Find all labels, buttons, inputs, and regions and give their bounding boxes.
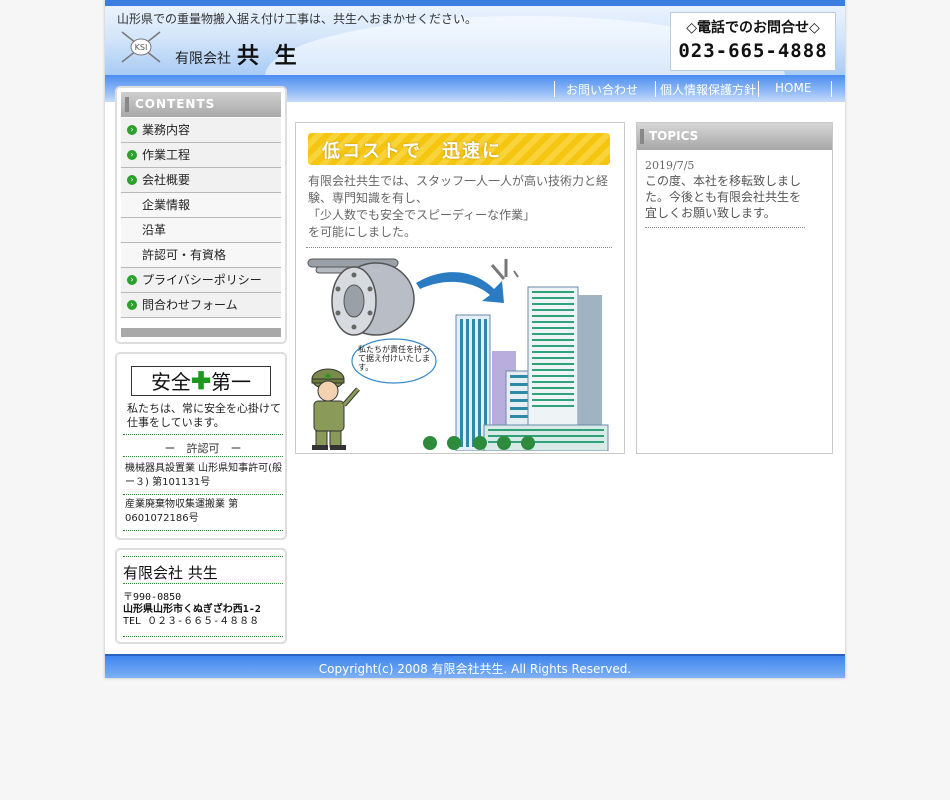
nav-separator [831,81,832,97]
arrow-right-icon: › [127,175,137,185]
sidebar-item-label: 沿革 [142,223,167,237]
nav-separator [655,81,656,97]
curved-arrow-icon [416,272,504,303]
company-main-name: 共 生 [237,43,301,69]
sidebar-item-services[interactable]: › 業務内容 [121,118,281,143]
nav-home-link[interactable]: HOME [775,81,811,95]
sidebar-item-label: 問合わせフォーム [142,298,238,312]
tel-number: TEL ０２３-６６５-４８８８ [123,616,260,627]
nav-separator [758,81,759,97]
buildings-icon [455,286,609,451]
menu-footer-bar [121,328,281,337]
safety-message: 私たちは、常に安全を心掛けて仕事をしています。 [127,402,281,429]
sidebar-item-corporate-info[interactable]: 企業情報 [121,193,281,218]
divider [306,247,612,248]
site-footer: Copyright(c) 2008 有限会社共生. All Rights Res… [105,654,845,678]
sidebar-item-label: 会社概要 [142,173,191,187]
heavy-machinery-icon [307,258,415,336]
safety-box: 安全✚第一 私たちは、常に安全を心掛けて仕事をしています。 ー 許認可 ー 機械… [115,352,287,540]
company-logo-icon[interactable]: KSI [120,30,162,64]
intro-line-1: 有限会社共生では、スタッフ一人一人が高い技術力と経験、専門知識を有し、 [308,174,609,205]
divider [123,636,283,637]
phone-number: 023-665-4888 [678,40,828,62]
wrench-icon [490,259,519,280]
sidebar-menu: CONTENTS › 業務内容 › 作業工程 › 会社概要 企業情報 沿革 許認可・有… [115,86,287,344]
topics-title: TOPICS [637,123,832,150]
main-content: 低コストで 迅速に 有限会社共生では、スタッフ一人一人が高い技術力と経験、専門知… [295,122,625,454]
address-company-name: 有限会社 共生 [123,564,218,582]
divider [123,494,283,495]
divider [123,583,283,584]
topics-panel: TOPICS 2019/7/5 この度、本社を移転致しました。今後とも有限会社共… [636,122,833,454]
logo-text: KSI [135,43,148,52]
menu-list: › 業務内容 › 作業工程 › 会社概要 企業情報 沿革 許認可・有資格 › プライバシ… [121,118,281,318]
site-header: 山形県での重量物搬入据え付け工事は、共生へおまかせください。 KSI 有限会社共… [105,0,845,75]
postal-code: 〒990-0850 [123,592,182,603]
nav-contact-link[interactable]: お問い合わせ [566,81,638,98]
arrow-right-icon: › [127,125,137,135]
green-cross-icon: ✚ [190,366,212,395]
sidebar-item-label: プライバシーポリシー [142,273,262,287]
sidebar-item-label: 許認可・有資格 [142,248,227,262]
installation-illustration: 私たちが責任を持って据え付けいたします。 ✚ [307,258,609,451]
copyright-text: Copyright(c) 2008 有限会社共生. All Rights Res… [318,662,632,676]
arrow-right-icon: › [127,300,137,310]
license-machinery: 機械器具設置業 山形県知事許可(般ー３) 第101131号 [125,463,283,488]
speech-bubble-text: 私たちが責任を持って据え付けいたします。 [358,345,430,372]
svg-text:✚: ✚ [325,372,332,381]
divider [123,456,283,457]
page-container: 山形県での重量物搬入据え付け工事は、共生へおまかせください。 KSI 有限会社共… [105,0,845,678]
sidebar-item-licenses[interactable]: 許認可・有資格 [121,243,281,268]
sidebar-item-contact-form[interactable]: › 問合わせフォーム [121,293,281,318]
topic-date: 2019/7/5 [645,159,695,172]
menu-title: CONTENTS [121,92,281,117]
headline-text: 低コストで 迅速に [322,141,502,162]
company-prefix: 有限会社 [175,51,231,67]
sidebar-item-company[interactable]: › 会社概要 [121,168,281,193]
safety-logo-left: 安全 [150,370,191,394]
worker-icon: ✚ [311,368,360,450]
sidebar-item-privacy[interactable]: › プライバシーポリシー [121,268,281,293]
arrow-right-icon: › [127,150,137,160]
company-name[interactable]: 有限会社共 生 [175,38,301,70]
street-address: 山形県山形市くぬぎざわ西1-2 [123,604,261,615]
safety-logo-right: 第一 [211,370,252,394]
license-heading: ー 許認可 ー [164,442,242,455]
nav-privacy-link[interactable]: 個人情報保護方針 [660,81,756,98]
sidebar-item-label: 企業情報 [142,198,191,212]
sidebar-item-label: 作業工程 [142,148,191,162]
headline-banner: 低コストで 迅速に [308,133,610,165]
intro-text: 有限会社共生では、スタッフ一人一人が高い技術力と経験、専門知識を有し、 「少人数… [308,173,614,241]
divider [123,530,283,531]
sidebar-item-history[interactable]: 沿革 [121,218,281,243]
address-box: 有限会社 共生 〒990-0850 山形県山形市くぬぎざわ西1-2 TEL ０２… [115,548,287,644]
sidebar-item-process[interactable]: › 作業工程 [121,143,281,168]
sidebar-item-label: 業務内容 [142,123,191,137]
license-waste: 産業廃棄物収集運搬業 第0601072186号 [125,499,239,524]
speech-bubble: 私たちが責任を持って据え付けいたします。 [351,338,437,384]
safety-first-logo: 安全✚第一 [131,366,271,396]
arrow-right-icon: › [127,275,137,285]
divider [123,434,283,435]
intro-line-2: 「少人数でも安全でスピーディーな作業」 [308,208,536,222]
topic-body: この度、本社を移転致しました。今後とも有限会社共生を宜しくお願い致します。 [645,174,802,220]
header-tagline: 山形県での重量物搬入据え付け工事は、共生へおまかせください。 [117,12,478,26]
intro-line-3: を可能にしました。 [308,225,417,239]
phone-label: ◇電話でのお問合せ◇ [686,20,820,36]
nav-separator [554,81,555,97]
phone-contact-box: ◇電話でのお問合せ◇ 023-665-4888 [670,12,836,71]
divider [645,227,805,228]
divider [123,556,283,557]
address-details: 〒990-0850 山形県山形市くぬぎざわ西1-2 TEL ０２３-６６５-４８… [123,592,261,628]
